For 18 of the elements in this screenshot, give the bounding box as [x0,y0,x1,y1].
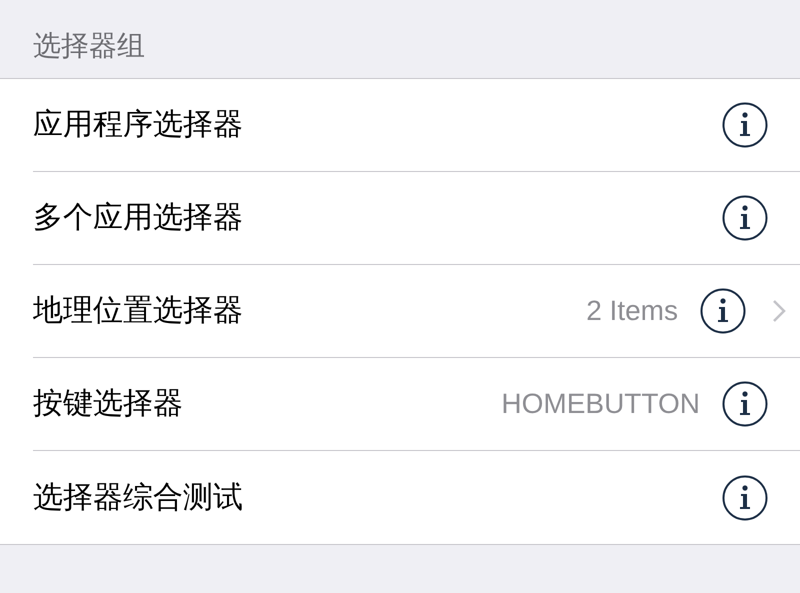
section-header: 选择器组 [33,32,145,60]
row-detail: HOMEBUTTON [501,390,700,418]
list-row[interactable]: 应用程序选择器 [33,79,800,172]
info-icon[interactable] [700,288,746,334]
list-row[interactable]: 地理位置选择器 2 Items [33,265,800,358]
row-label: 应用程序选择器 [33,110,243,140]
list-row[interactable]: 选择器综合测试 [33,451,800,544]
list-row[interactable]: 按键选择器 HOMEBUTTON [33,358,800,451]
info-icon[interactable] [722,474,768,520]
row-label: 选择器综合测试 [33,482,243,512]
row-label: 按键选择器 [33,389,183,419]
info-icon[interactable] [722,102,768,148]
row-detail: 2 Items [586,297,678,325]
row-label: 多个应用选择器 [33,203,243,233]
list-row[interactable]: 多个应用选择器 [33,172,800,265]
info-icon[interactable] [722,195,768,241]
info-icon[interactable] [722,381,768,427]
row-label: 地理位置选择器 [33,296,243,326]
